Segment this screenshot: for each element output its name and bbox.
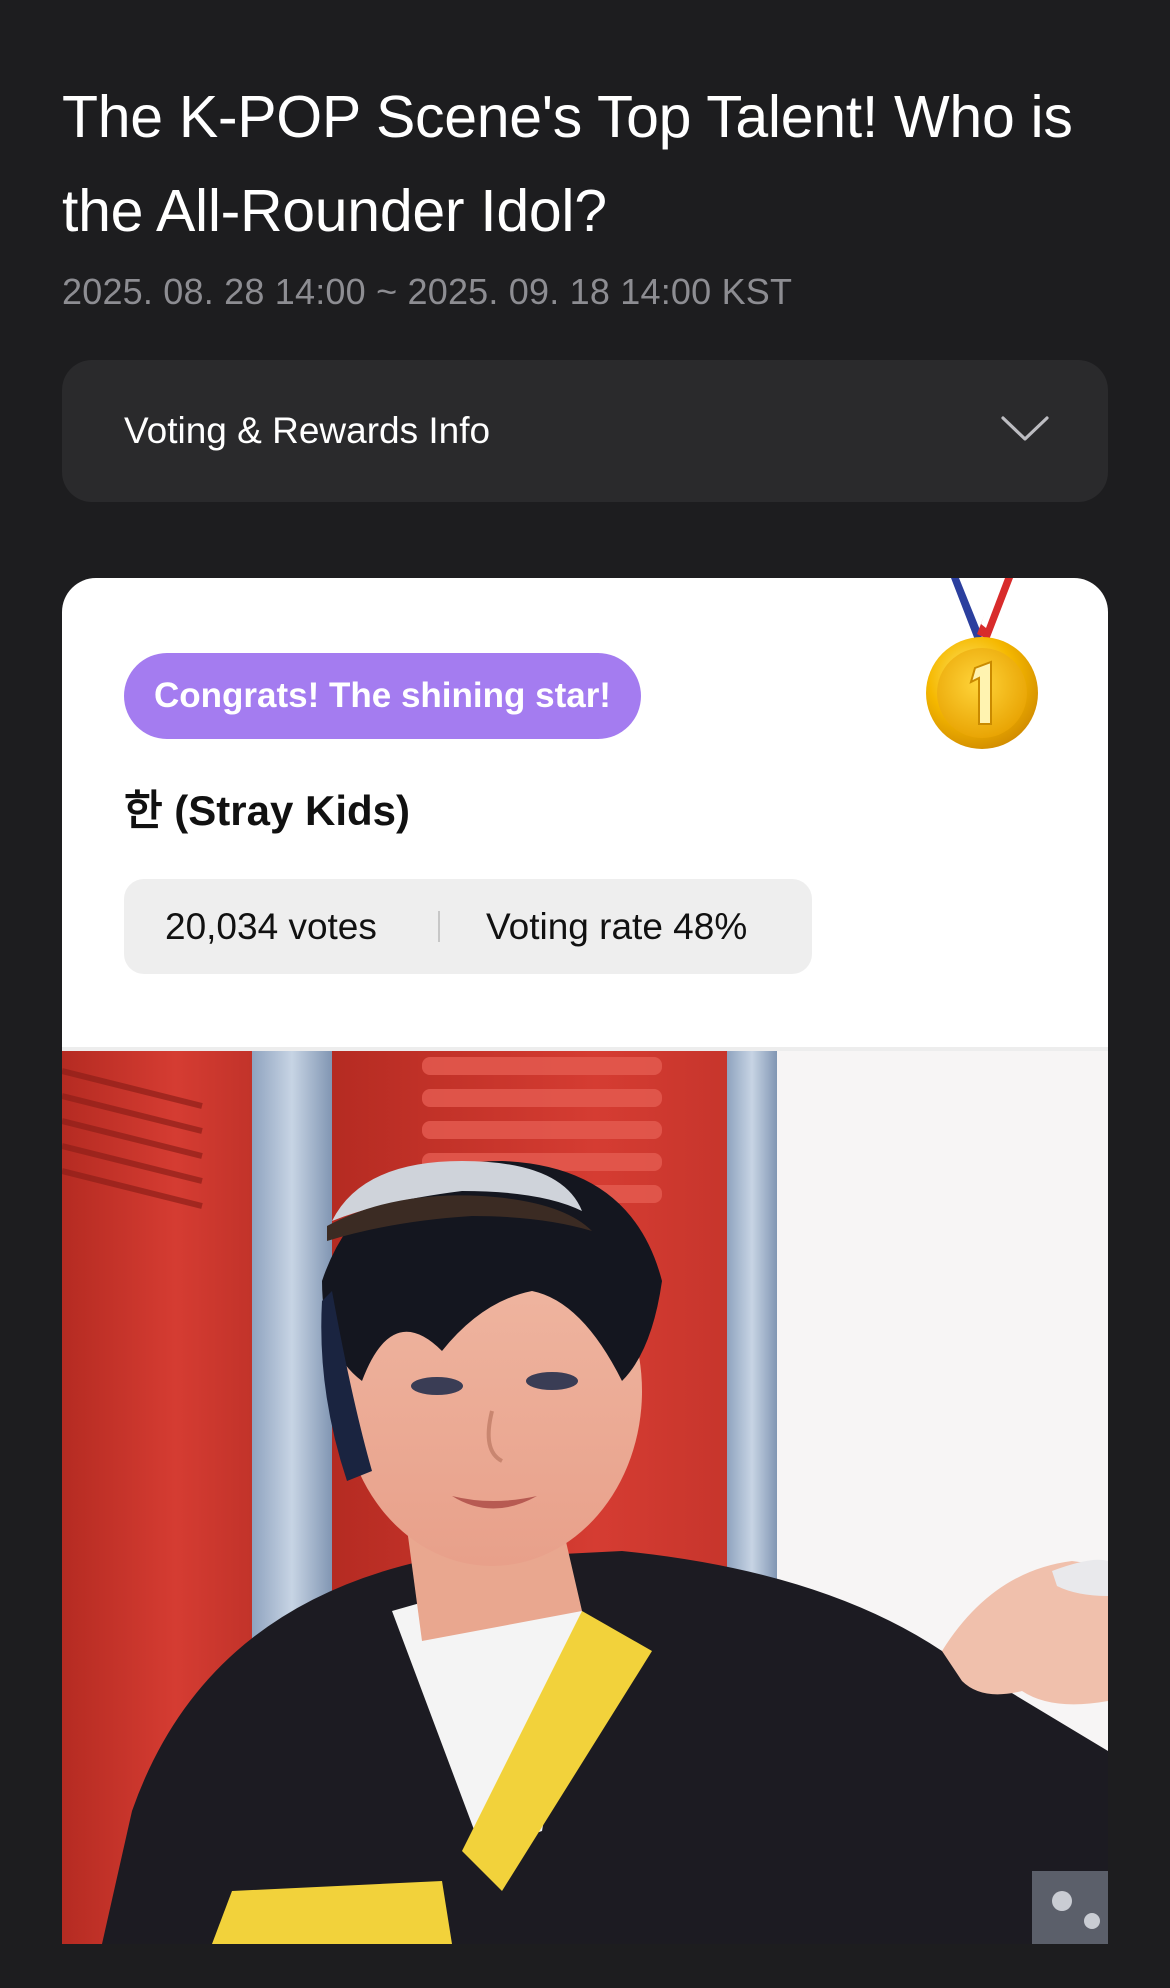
artist-name: 한 (Stray Kids) [124,787,411,834]
stats-divider [438,911,440,942]
artist-photo [62,1051,1108,1944]
winner-badge: Congrats! The shining star! [124,653,641,739]
vote-stats: 20,034 votes Voting rate 48% [124,879,812,974]
vote-result-page: The K-POP Scene's Top Talent! Who is the… [0,0,1170,1988]
voting-rate: Voting rate 48% [486,906,748,947]
gold-medal-icon [926,578,1038,749]
chevron-down-icon [1001,416,1049,441]
voting-period: 2025. 08. 28 14:00 ~ 2025. 09. 18 14:00 … [62,271,793,312]
vote-count: 20,034 votes [165,906,377,947]
page-title: The K-POP Scene's Top Talent! Who is the… [62,84,1073,244]
winner-card: Congrats! The shining star! 한 (Stray Kid… [62,578,1108,1944]
voting-rewards-info-accordion[interactable]: Voting & Rewards Info [62,360,1108,502]
accordion-label: Voting & Rewards Info [124,410,491,451]
